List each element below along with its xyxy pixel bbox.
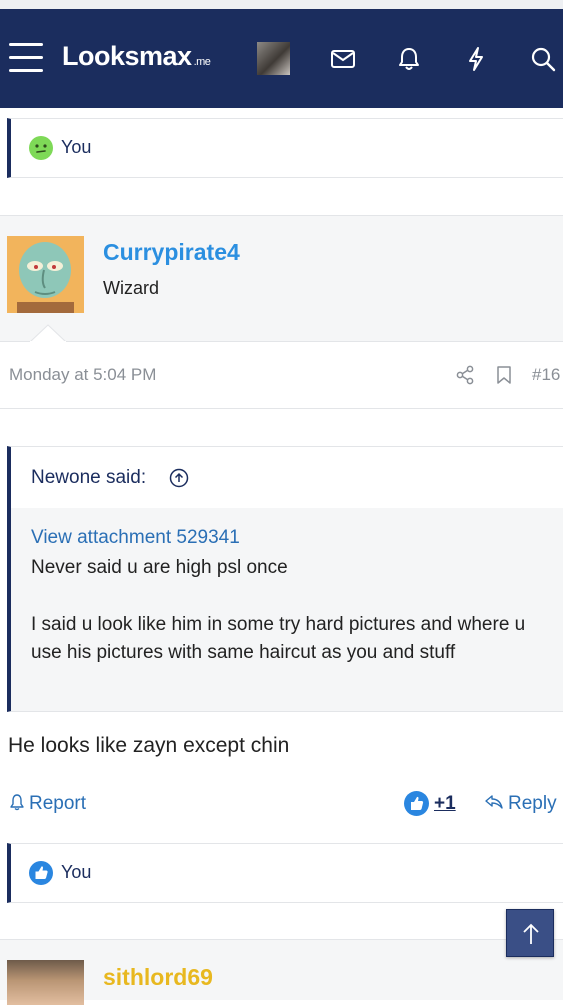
- post-body: He looks like zayn except chin: [8, 734, 290, 757]
- reaction-user[interactable]: You: [61, 137, 91, 158]
- author-title: Wizard: [103, 278, 160, 298]
- author-username[interactable]: sithlord69: [103, 964, 213, 991]
- post-meta: Monday at 5:04 PM #16: [0, 343, 563, 409]
- author-avatar[interactable]: [7, 236, 84, 313]
- quote-line: I said u look like him in some try hard …: [31, 614, 526, 663]
- mail-icon[interactable]: [329, 45, 357, 73]
- next-post-author-block: sithlord69: [0, 939, 563, 1005]
- bookmark-icon[interactable]: [494, 365, 514, 385]
- quote-block: Newone said: View attachment 529341 Neve…: [7, 446, 563, 712]
- brand-name: Lᴏᴏksmax: [62, 41, 192, 71]
- share-icon[interactable]: [455, 365, 475, 385]
- arrow-up-circle-icon[interactable]: [169, 468, 189, 488]
- avatar[interactable]: [257, 42, 290, 75]
- scroll-to-top-button[interactable]: [506, 909, 554, 957]
- post-number[interactable]: #16: [532, 365, 560, 385]
- reply-label: Reply: [508, 793, 557, 814]
- post-actions: Report +1 Reply: [0, 790, 563, 820]
- author-username[interactable]: Currypirate4: [103, 239, 240, 266]
- post-reaction-summary[interactable]: You: [7, 843, 563, 903]
- site-logo[interactable]: Lᴏᴏksmax .me: [62, 41, 211, 72]
- report-button[interactable]: Report: [9, 793, 86, 815]
- search-icon[interactable]: [529, 45, 557, 73]
- neutral-face-icon: [29, 136, 53, 160]
- bell-icon: [10, 794, 24, 811]
- status-strip: [0, 0, 563, 9]
- post-date[interactable]: Monday at 5:04 PM: [9, 365, 156, 385]
- arrow-up-icon: [523, 923, 539, 944]
- report-label: Report: [29, 793, 87, 814]
- quote-title[interactable]: Newone said:: [31, 467, 146, 489]
- reaction-summary[interactable]: You: [7, 118, 563, 178]
- reaction-user[interactable]: You: [61, 862, 91, 883]
- top-navbar: Lᴏᴏksmax .me: [0, 9, 563, 108]
- reply-button[interactable]: Reply: [484, 793, 557, 815]
- quote-header: Newone said:: [11, 447, 563, 508]
- reaction-count[interactable]: +1: [434, 793, 456, 815]
- author-pointer-arrow: [30, 324, 66, 342]
- bell-icon[interactable]: [395, 45, 423, 73]
- quote-line: Never said u are high psl once: [31, 557, 288, 578]
- bolt-icon[interactable]: [462, 45, 490, 73]
- menu-icon[interactable]: [9, 43, 43, 73]
- author-avatar[interactable]: [7, 960, 84, 1005]
- brand-suffix: .me: [193, 56, 211, 68]
- attachment-link[interactable]: View attachment 529341: [31, 527, 240, 549]
- thumbs-up-icon[interactable]: [404, 791, 429, 816]
- thumbs-up-icon: [29, 861, 53, 885]
- reply-icon: [485, 795, 503, 809]
- post-author-block: Currypirate4 Wizard: [0, 215, 563, 342]
